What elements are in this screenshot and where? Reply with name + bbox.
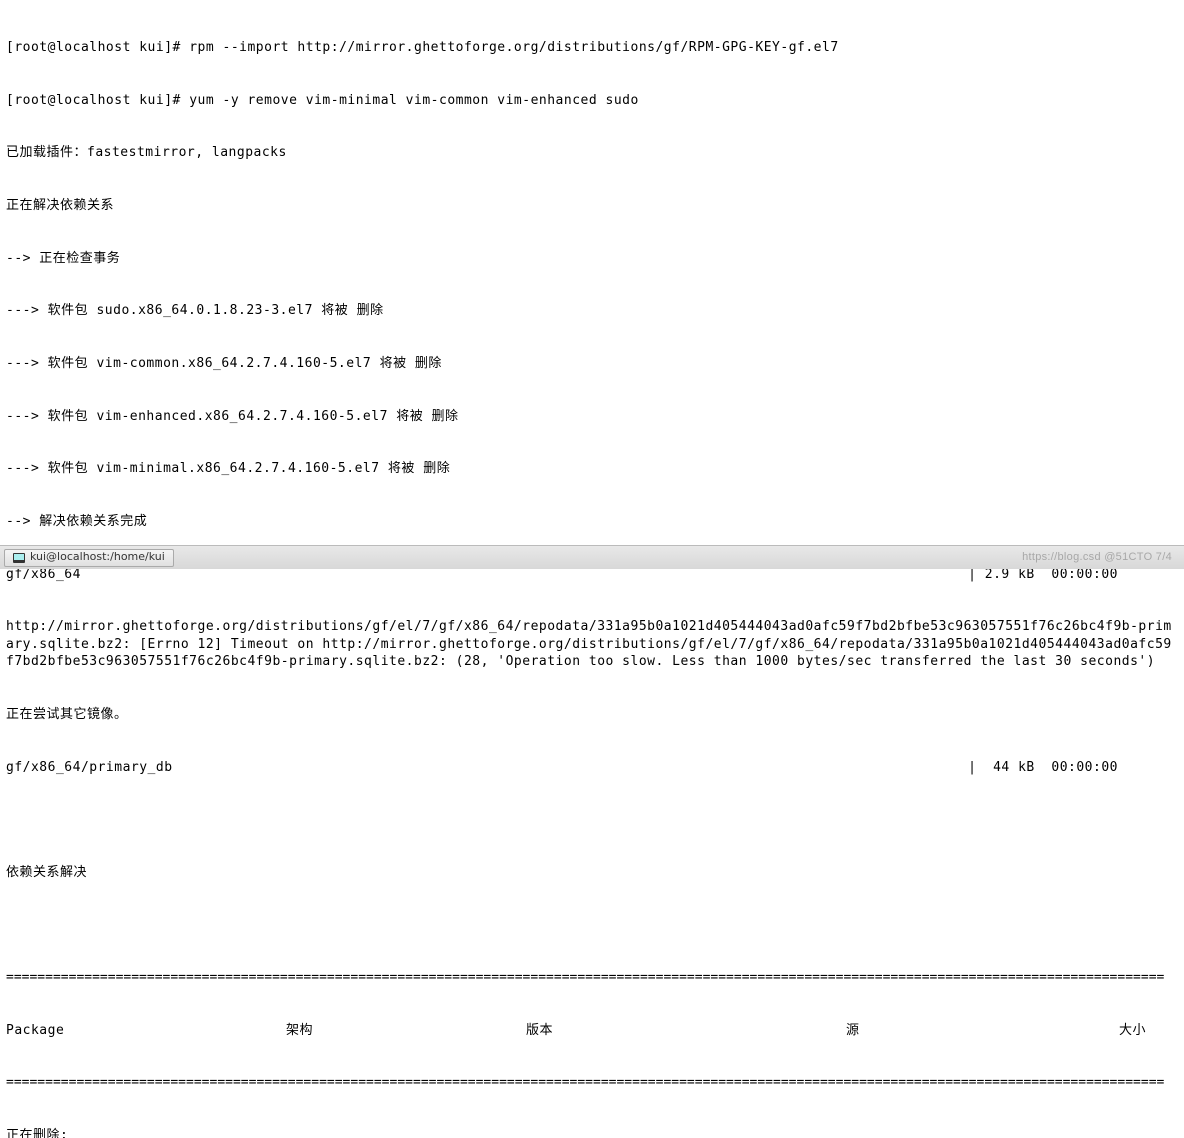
shell-command: yum -y remove vim-minimal vim-common vim… [189, 93, 639, 108]
terminal-output[interactable]: [root@localhost kui]# rpm --import http:… [0, 0, 1184, 1138]
package-line: ---> 软件包 vim-minimal.x86_64.2.7.4.160-5.… [6, 460, 1178, 478]
removing-label: 正在删除: [6, 1127, 1178, 1138]
terminal-icon [13, 553, 25, 563]
divider-line: ========================================… [6, 1074, 1178, 1092]
resolving-line: 正在解决依赖关系 [6, 197, 1178, 215]
download-stats: | 44 kB 00:00:00 [968, 759, 1178, 777]
package-line: ---> 软件包 sudo.x86_64.0.1.8.23-3.el7 将被 删… [6, 302, 1178, 320]
shell-prompt: [root@localhost kui]# [6, 40, 189, 55]
package-line: ---> 软件包 vim-common.x86_64.2.7.4.160-5.e… [6, 355, 1178, 373]
col-repo: 源 [846, 1022, 1086, 1040]
taskbar-window-button[interactable]: kui@localhost:/home/kui [4, 549, 174, 567]
plugins-line: 已加载插件：fastestmirror, langpacks [6, 144, 1178, 162]
taskbar-title: kui@localhost:/home/kui [30, 550, 165, 565]
shell-prompt: [root@localhost kui]# [6, 93, 189, 108]
taskbar: kui@localhost:/home/kui [0, 545, 1184, 569]
table-header: Package 架构 版本 源 大小 [6, 1022, 1178, 1040]
error-line: http://mirror.ghettoforge.org/distributi… [6, 618, 1178, 671]
repo-label: gf/x86_64/primary_db [6, 759, 173, 777]
col-arch: 架构 [286, 1022, 526, 1040]
download-row: gf/x86_64/primary_db | 44 kB 00:00:00 [6, 759, 1178, 777]
divider-line: ========================================… [6, 969, 1178, 987]
dep-resolved-line: 依赖关系解决 [6, 864, 1178, 882]
shell-command: rpm --import http://mirror.ghettoforge.o… [189, 40, 838, 55]
dep-done-line: --> 解决依赖关系完成 [6, 513, 1178, 531]
col-version: 版本 [526, 1022, 846, 1040]
col-size: 大小 [1086, 1022, 1178, 1040]
trying-mirror-line: 正在尝试其它镜像。 [6, 706, 1178, 724]
checking-line: --> 正在检查事务 [6, 250, 1178, 268]
watermark-text: https://blog.csd @51CTO 7/4 [1022, 550, 1172, 565]
package-line: ---> 软件包 vim-enhanced.x86_64.2.7.4.160-5… [6, 408, 1178, 426]
col-package: Package [6, 1022, 286, 1040]
